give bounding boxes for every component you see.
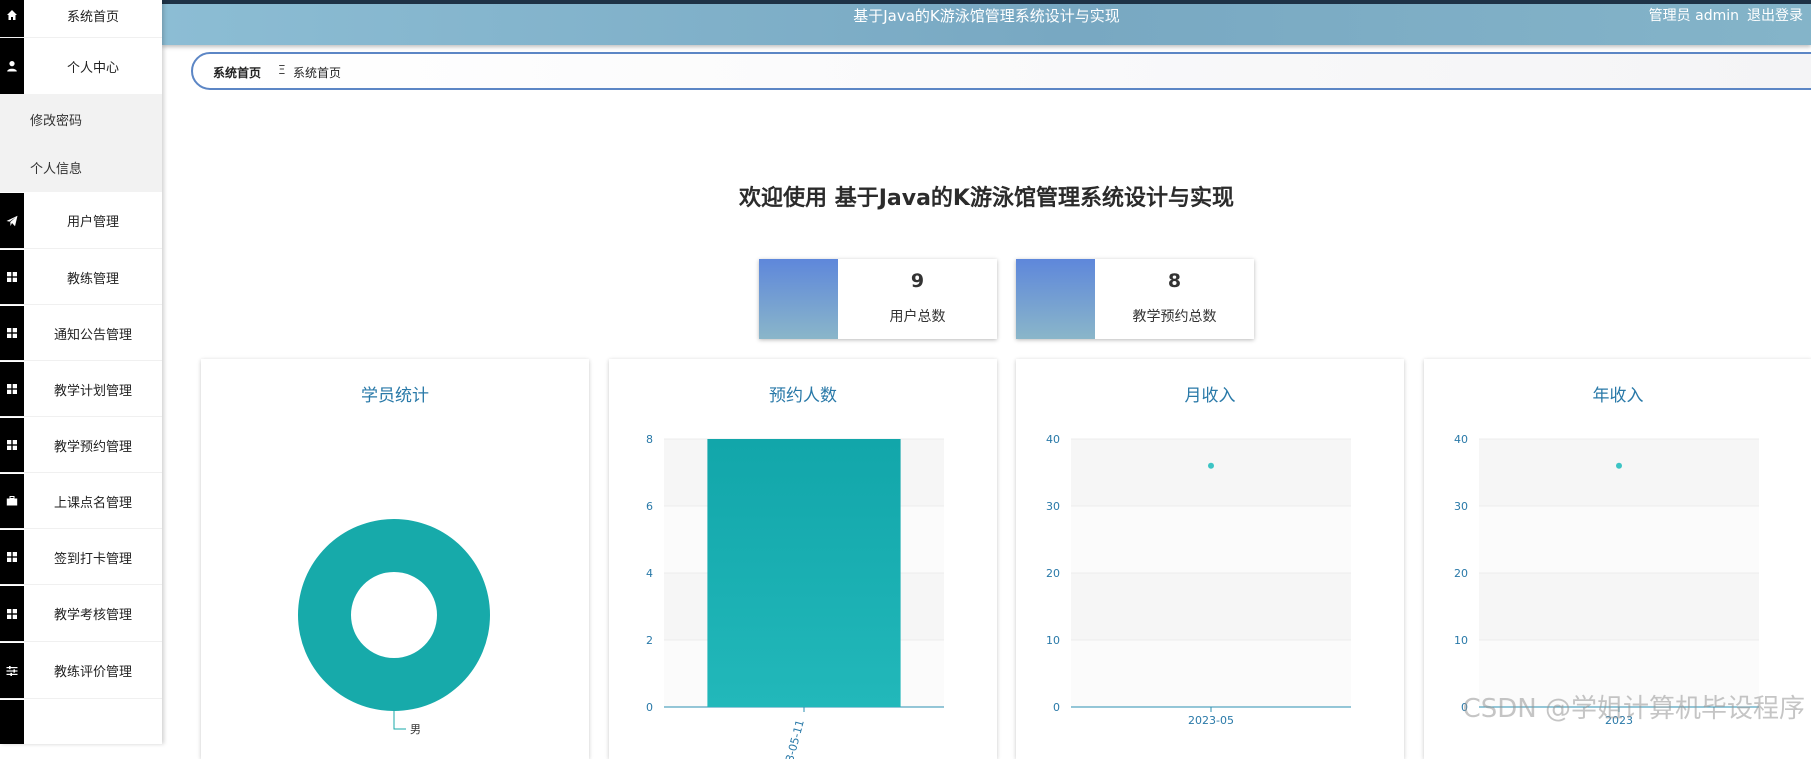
grid-icon bbox=[0, 250, 24, 304]
sidebar-item-check-in[interactable]: 签到打卡管理 bbox=[0, 530, 162, 585]
sidebar-item-label: 教练评价管理 bbox=[53, 665, 132, 680]
sidebar-item-profile[interactable]: 个人中心 bbox=[0, 38, 162, 94]
submenu-item-personal-info[interactable]: 个人信息 bbox=[30, 158, 82, 177]
app-title: 基于Java的K游泳馆管理系统设计与实现 bbox=[853, 7, 1120, 25]
stat-card-bookings[interactable]: 8 教学预约总数 bbox=[1016, 259, 1254, 339]
csdn-watermark: CSDN @学姐计算机毕设程序 bbox=[1462, 694, 1805, 724]
y-tick-label: 30 bbox=[1046, 500, 1060, 513]
x-tick-label: 2023-05 bbox=[1188, 714, 1234, 727]
stat-card-accent bbox=[1016, 259, 1095, 339]
sidebar-item-label: 系统首页 bbox=[66, 9, 119, 25]
logout-button[interactable]: 退出登录 bbox=[1747, 5, 1811, 25]
stat-value: 9 bbox=[910, 270, 925, 292]
y-tick-label: 10 bbox=[1046, 634, 1060, 647]
sidebar-item-bookings[interactable]: 教学预约管理 bbox=[0, 418, 162, 473]
chart-panel-monthly-income: 月收入 0 10 20 30 40 2023-05 bbox=[1016, 359, 1404, 759]
send-icon bbox=[0, 193, 24, 248]
sidebar-item-label: 教学考核管理 bbox=[53, 608, 132, 623]
sidebar-item-notices[interactable]: 通知公告管理 bbox=[0, 306, 162, 361]
sidebar-item-label: 教学计划管理 bbox=[53, 383, 132, 399]
sidebar: 系统首页 个人中心 修改密码 个人信息 用户管理 教练管理 通知公告管理 教学计… bbox=[0, 0, 162, 744]
chart-band bbox=[1479, 506, 1759, 573]
y-tick-label: 30 bbox=[1454, 500, 1468, 513]
sidebar-item-label: 上课点名管理 bbox=[53, 495, 132, 511]
y-tick-label: 6 bbox=[646, 500, 653, 513]
scatter-point bbox=[1208, 462, 1214, 469]
y-tick-label: 2 bbox=[646, 634, 653, 647]
stat-label: 用户总数 bbox=[889, 309, 946, 325]
pie-chart: 男 bbox=[298, 519, 490, 736]
y-tick-label: 20 bbox=[1046, 567, 1060, 580]
y-tick-label: 8 bbox=[646, 433, 653, 446]
sidebar-item-coaches[interactable]: 教练管理 bbox=[0, 250, 162, 305]
sidebar-item-teaching-plans[interactable]: 教学计划管理 bbox=[0, 362, 162, 417]
pie-slice bbox=[298, 519, 490, 711]
current-user: 管理员 admin bbox=[1648, 8, 1739, 24]
sidebar-item-home[interactable]: 系统首页 bbox=[0, 0, 162, 38]
grid-icon bbox=[0, 418, 24, 472]
stat-card-accent bbox=[759, 259, 838, 339]
grid-icon bbox=[0, 530, 24, 584]
top-header: 基于Java的K游泳馆管理系统设计与实现 管理员 admin 退出登录 bbox=[162, 0, 1811, 45]
breadcrumb: 系统首页 Ξ 系统首页 bbox=[191, 52, 1811, 90]
y-tick-label: 20 bbox=[1454, 567, 1468, 580]
sidebar-item-label: 通知公告管理 bbox=[53, 327, 132, 343]
pie-slice-label: 男 bbox=[410, 723, 421, 736]
chart-panel-bookings: 预约人数 0 2 4 6 8 2023-05-11 bbox=[609, 359, 997, 759]
stat-value: 8 bbox=[1167, 270, 1182, 292]
grid-icon bbox=[0, 306, 24, 360]
sidebar-item-label: 个人中心 bbox=[66, 60, 119, 76]
y-tick-label: 40 bbox=[1454, 433, 1468, 446]
pie-label-line bbox=[393, 711, 406, 730]
sidebar-item-roll-call[interactable]: 上课点名管理 bbox=[0, 474, 162, 529]
grid-icon bbox=[0, 362, 24, 416]
submenu-item-change-password[interactable]: 修改密码 bbox=[30, 110, 82, 129]
sidebar-item-label: 教学预约管理 bbox=[53, 439, 132, 455]
scatter-chart: 0 10 20 30 40 2023-05 bbox=[1046, 433, 1351, 727]
stat-card-users[interactable]: 9 用户总数 bbox=[759, 259, 997, 339]
breadcrumb-home[interactable]: 系统首页 bbox=[213, 64, 261, 81]
x-tick-label: 2023-05-11 bbox=[778, 718, 807, 759]
y-tick-label: 10 bbox=[1454, 634, 1468, 647]
grid-icon bbox=[0, 586, 24, 641]
sidebar-item-coach-reviews[interactable]: 教练评价管理 bbox=[0, 643, 162, 699]
chart-band bbox=[1479, 439, 1759, 506]
y-tick-label: 0 bbox=[1053, 701, 1060, 714]
sidebar-item-label: 教练管理 bbox=[66, 271, 119, 287]
chart-band bbox=[1071, 439, 1351, 506]
home-icon bbox=[0, 0, 24, 37]
sidebar-item-users[interactable]: 用户管理 bbox=[0, 193, 162, 249]
welcome-heading: 欢迎使用 基于Java的K游泳馆管理系统设计与实现 bbox=[739, 186, 1234, 211]
chart-band bbox=[1071, 506, 1351, 573]
chart-band bbox=[1479, 573, 1759, 640]
breadcrumb-current: 系统首页 bbox=[293, 66, 342, 80]
stat-label: 教学预约总数 bbox=[1132, 309, 1217, 325]
sidebar-item-assessments[interactable]: 教学考核管理 bbox=[0, 586, 162, 642]
sidebar-item-label: 签到打卡管理 bbox=[53, 551, 132, 567]
sliders-icon bbox=[0, 643, 24, 698]
sidebar-icon-strip bbox=[0, 700, 24, 744]
user-icon bbox=[0, 38, 24, 94]
sidebar-item-label: 用户管理 bbox=[66, 215, 119, 230]
scatter-point bbox=[1616, 462, 1622, 469]
chart-band bbox=[1071, 573, 1351, 640]
sidebar-item-more bbox=[0, 700, 162, 744]
profile-submenu: 修改密码 个人信息 bbox=[0, 94, 162, 192]
bar bbox=[707, 439, 901, 707]
y-tick-label: 40 bbox=[1046, 433, 1060, 446]
y-tick-label: 0 bbox=[646, 701, 653, 714]
briefcase-icon bbox=[0, 474, 24, 528]
chart-panel-students: 学员统计 男 bbox=[201, 359, 589, 759]
breadcrumb-separator-icon: Ξ bbox=[278, 63, 286, 77]
y-tick-label: 4 bbox=[646, 567, 653, 580]
chart-band bbox=[1071, 640, 1351, 707]
bar-chart: 0 2 4 6 8 2023-05-11 bbox=[646, 433, 944, 759]
